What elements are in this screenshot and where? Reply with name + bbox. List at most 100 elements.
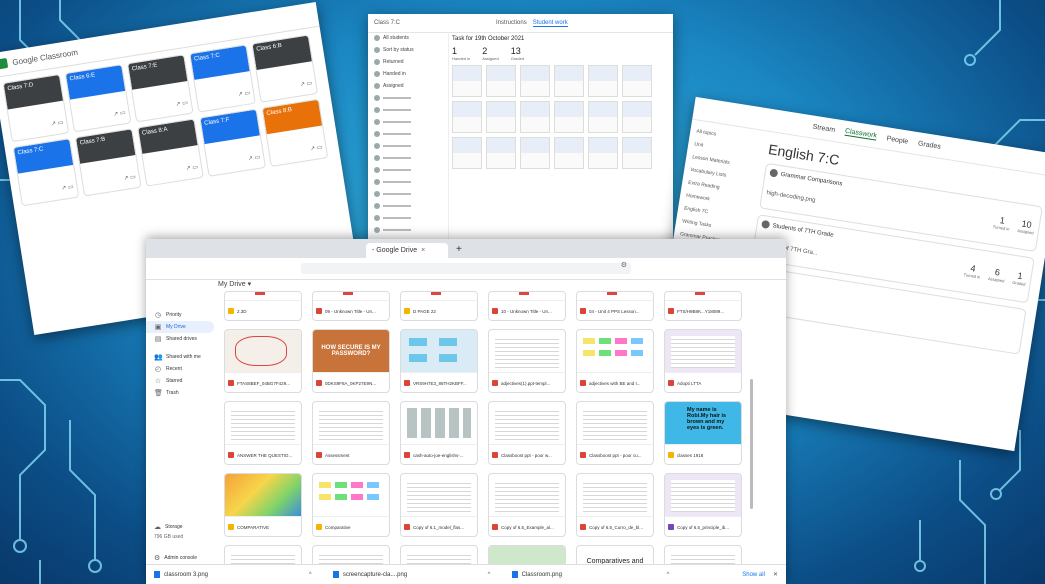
file-tile[interactable]: Assessment: [312, 401, 390, 465]
student-row[interactable]: [368, 116, 448, 128]
chevron-up-icon[interactable]: ^: [488, 572, 498, 578]
sidebar-item-shared-drives[interactable]: ▤ Shared drives: [146, 333, 214, 345]
student-row[interactable]: [368, 176, 448, 188]
student-row[interactable]: Handed in: [368, 68, 448, 80]
tab-classwork[interactable]: Classwork: [844, 127, 878, 141]
file-tile[interactable]: Copy of 6.5_Curro_de_bl...: [576, 473, 654, 537]
student-row[interactable]: Assigned: [368, 80, 448, 92]
file-tile[interactable]: cash-auto-joe-englishs-...: [400, 401, 478, 465]
student-row[interactable]: [368, 140, 448, 152]
sidebar-item-trash[interactable]: 🗑 Trash: [146, 387, 214, 399]
file-tile[interactable]: Classboost ppt - poor cu...: [576, 401, 654, 465]
student-row[interactable]: [368, 188, 448, 200]
file-tile[interactable]: Classboost ppt - poor w...: [488, 401, 566, 465]
student-row[interactable]: Sort by status: [368, 44, 448, 56]
submission-thumbnail[interactable]: [520, 137, 550, 169]
sidebar-item-my-drive[interactable]: ▣ My Drive: [146, 321, 214, 333]
file-name: Copy of 6.5_Curro_de_bl...: [589, 524, 644, 530]
file-tile[interactable]: COMPARATIVE: [224, 473, 302, 537]
file-tile[interactable]: FTAS8BEF_04BG7F429...: [224, 329, 302, 393]
tab-people[interactable]: People: [886, 135, 909, 145]
student-row[interactable]: [368, 224, 448, 236]
download-item[interactable]: Classroom.png: [504, 571, 607, 578]
student-row[interactable]: [368, 104, 448, 116]
submission-thumbnail[interactable]: [452, 137, 482, 169]
tab-grades[interactable]: Grades: [918, 140, 942, 151]
file-tile[interactable]: Copy of 6.1_model_flas...: [400, 473, 478, 537]
submission-thumbnail[interactable]: [486, 137, 516, 169]
student-row[interactable]: [368, 200, 448, 212]
class-card[interactable]: Class 8:A ↗ ▭: [137, 118, 204, 187]
tab-stream[interactable]: Stream: [812, 123, 835, 133]
submission-thumbnail[interactable]: [554, 137, 584, 169]
download-item[interactable]: classroom 3.png: [146, 571, 249, 578]
class-card[interactable]: Class 7:F ↗ ▭: [199, 108, 267, 177]
submission-thumbnail[interactable]: [520, 65, 550, 97]
scrollbar[interactable]: [750, 379, 753, 509]
file-tile[interactable]: My name is Robi.My hair is brown and my …: [664, 401, 742, 465]
submission-thumbnail[interactable]: [520, 101, 550, 133]
student-row[interactable]: [368, 164, 448, 176]
class-card[interactable]: Class 6:E ↗ ▭: [64, 64, 132, 133]
student-row[interactable]: Returned: [368, 56, 448, 68]
chevron-up-icon[interactable]: ^: [666, 572, 676, 578]
file-tile[interactable]: adjectives(1).ppt-templ...: [488, 329, 566, 393]
class-card[interactable]: Class 6:B ↗ ▭: [251, 34, 319, 103]
submission-thumbnail[interactable]: [588, 101, 618, 133]
student-row[interactable]: [368, 152, 448, 164]
submission-thumbnail[interactable]: [554, 65, 584, 97]
submission-thumbnail[interactable]: [588, 137, 618, 169]
student-row[interactable]: [368, 128, 448, 140]
sidebar-item-starred[interactable]: ☆ Starred: [146, 375, 214, 387]
close-icon[interactable]: ✕: [773, 571, 778, 578]
tab-student-work[interactable]: Student work: [532, 20, 568, 27]
file-tile[interactable]: 2.3D: [224, 291, 302, 321]
file-tile[interactable]: Adopti LTTA: [664, 329, 742, 393]
tab-instructions[interactable]: Instructions: [496, 20, 527, 26]
submission-thumbnail[interactable]: [622, 65, 652, 97]
submission-thumbnail[interactable]: [486, 101, 516, 133]
file-tile[interactable]: FTS/H9B8K...Y18089...: [664, 291, 742, 321]
class-card[interactable]: Class 7:B ↗ ▭: [74, 128, 142, 197]
file-tile[interactable]: Comparative: [312, 473, 390, 537]
file-tile[interactable]: 09 - Unknown Title - Un...: [312, 291, 390, 321]
admin-console-link[interactable]: ⚙ Admin console: [154, 554, 197, 562]
submission-thumbnail[interactable]: [588, 65, 618, 97]
student-row[interactable]: [368, 92, 448, 104]
file-tile[interactable]: VRS9H7E3_86TH2KBFF...: [400, 329, 478, 393]
class-card[interactable]: Class 7:D ↗ ▭: [2, 73, 70, 143]
file-tile[interactable]: Copy of 6.5_principle_ib...: [664, 473, 742, 537]
filter-icon[interactable]: ⚙: [621, 261, 627, 269]
submission-thumbnail[interactable]: [622, 137, 652, 169]
file-tile[interactable]: 10 - Unknown Title - Un...: [488, 291, 566, 321]
file-tile[interactable]: Copy of 6.5_Example_al...: [488, 473, 566, 537]
file-tile[interactable]: ANSWER THE QUESTIO...: [224, 401, 302, 465]
class-card[interactable]: Class 7:C ↗ ▭: [189, 44, 256, 113]
student-row[interactable]: [368, 212, 448, 224]
new-tab-icon[interactable]: +: [456, 244, 462, 255]
file-tile[interactable]: HOW SECURE IS MY PASSWORD? 0DKS9F8A_0KP27…: [312, 329, 390, 393]
submission-thumbnail[interactable]: [554, 101, 584, 133]
sidebar-item-shared-with-me[interactable]: 👥 Shared with me: [146, 351, 214, 363]
my-drive-heading[interactable]: My Drive ▾: [218, 280, 251, 288]
class-card[interactable]: Class 7:E ↗ ▭: [126, 54, 194, 123]
browser-tab-drive[interactable]: - Google Drive ×: [366, 243, 448, 258]
file-tile[interactable]: 04 - Unit 4 PPS Lesson...: [576, 291, 654, 321]
attachment-name[interactable]: Inglesa: [750, 293, 1018, 341]
file-tile[interactable]: D PAGE 22: [400, 291, 478, 321]
close-tab-icon[interactable]: ×: [421, 247, 425, 254]
download-item[interactable]: screencapture-cla....png: [325, 571, 428, 578]
submission-thumbnail[interactable]: [486, 65, 516, 97]
student-row[interactable]: All students: [368, 32, 448, 44]
show-all-button[interactable]: Show all: [742, 572, 765, 578]
sidebar-item-priority[interactable]: ◷ Priority: [146, 309, 214, 321]
chevron-up-icon[interactable]: ^: [309, 572, 319, 578]
submission-thumbnail[interactable]: [452, 65, 482, 97]
file-tile[interactable]: adjectives with BE and I...: [576, 329, 654, 393]
submission-thumbnail[interactable]: [452, 101, 482, 133]
sidebar-item-recent[interactable]: ◴ Recent: [146, 363, 214, 375]
search-input[interactable]: ⚙: [301, 261, 631, 274]
submission-thumbnail[interactable]: [622, 101, 652, 133]
class-card[interactable]: Class 8:B ↗ ▭: [261, 98, 329, 167]
class-card[interactable]: Class 7:C ↗ ▭: [12, 138, 80, 207]
